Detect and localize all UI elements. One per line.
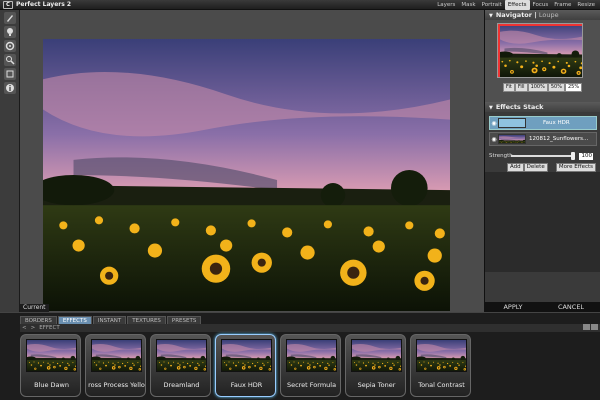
module-tab-portrait[interactable]: Portrait	[479, 0, 505, 10]
preset-thumbnail	[351, 339, 402, 372]
add-effect-button[interactable]: Add	[507, 163, 524, 172]
preset-thumbnail	[91, 339, 142, 372]
delete-effect-button[interactable]: Delete	[523, 163, 548, 172]
effects-stack-title: Effects Stack	[495, 103, 544, 111]
preset-label: Secret Formula	[286, 381, 337, 389]
preset-faux-hdr[interactable]: Faux HDR	[215, 334, 276, 397]
effect-layer-faux-hdr[interactable]: ◉ Faux HDR	[489, 116, 597, 130]
app-logo: C	[3, 1, 13, 9]
current-label: Current	[20, 304, 49, 312]
tab-effects[interactable]: EFFECTS	[57, 316, 92, 324]
browser-tabs: BORDERS EFFECTS INSTANT TEXTURES PRESETS	[20, 316, 202, 324]
more-effects-button[interactable]: More Effects	[555, 163, 596, 172]
preset-thumbnail	[26, 339, 77, 372]
preset-secret-formula[interactable]: Secret Formula	[280, 334, 341, 397]
preset-blue-dawn[interactable]: Blue Dawn	[20, 334, 81, 397]
strength-slider-handle[interactable]	[571, 152, 575, 160]
visibility-eye-icon[interactable]: ◉	[490, 120, 498, 127]
gear-icon[interactable]	[4, 40, 16, 52]
right-panel: ▼ Navigator | Loupe Fit Fill 100% 50% 25%…	[484, 10, 600, 312]
zoom-50-button[interactable]: 50%	[547, 83, 565, 92]
cancel-button[interactable]: CANCEL	[542, 302, 600, 312]
preset-sepia-toner[interactable]: Sepia Toner	[345, 334, 406, 397]
back-icon[interactable]: <	[22, 325, 27, 331]
tab-textures[interactable]: TEXTURES	[127, 316, 166, 324]
preset-list: Blue Dawn ross Process Yello Dreamland F…	[20, 334, 471, 400]
breadcrumb-label[interactable]: EFFECT	[39, 325, 59, 331]
layer-thumbnail	[498, 118, 526, 128]
visibility-eye-icon[interactable]: ◉	[490, 136, 498, 143]
layer-name: 120812_Sunflowers...	[529, 136, 589, 142]
lightbulb-icon[interactable]	[4, 26, 16, 38]
preset-label: Blue Dawn	[34, 381, 69, 389]
preset-cross-process-yellow[interactable]: ross Process Yello	[85, 334, 146, 397]
strength-slider-fill	[511, 155, 575, 157]
preset-thumbnail	[221, 339, 272, 372]
action-bar: APPLY CANCEL	[484, 302, 600, 312]
preset-thumbnail	[416, 339, 467, 372]
effects-stack-header[interactable]: ▼ Effects Stack	[485, 102, 600, 112]
tab-presets[interactable]: PRESETS	[166, 316, 202, 324]
zoom-fit-button[interactable]: Fit	[503, 83, 515, 92]
preset-thumbnail	[286, 339, 337, 372]
tab-borders[interactable]: BORDERS	[20, 316, 57, 324]
zoom-fill-button[interactable]: Fill	[514, 83, 528, 92]
tool-bar	[0, 10, 20, 312]
strength-slider[interactable]	[511, 152, 575, 160]
apply-button[interactable]: APPLY	[484, 302, 542, 312]
canvas-area[interactable]	[20, 10, 484, 312]
tab-instant[interactable]: INSTANT	[92, 316, 127, 324]
effects-stack-panel: ◉ Faux HDR ◉ 120812_Sunflowers... Streng…	[485, 112, 600, 312]
layer-name: Faux HDR	[543, 120, 570, 126]
loupe-tab[interactable]: Loupe	[539, 11, 559, 19]
preset-label: Dreamland	[163, 381, 200, 389]
grid-view-icon[interactable]	[583, 324, 590, 330]
navigator-panel: Fit Fill 100% 50% 25%	[485, 20, 600, 102]
preset-browser: BORDERS EFFECTS INSTANT TEXTURES PRESETS…	[0, 312, 600, 400]
module-tab-frame[interactable]: Frame	[551, 0, 574, 10]
module-tabs: Layers Mask Portrait Effects Focus Frame…	[434, 0, 598, 10]
preset-dreamland[interactable]: Dreamland	[150, 334, 211, 397]
strength-row: Strength 100	[489, 152, 597, 160]
forward-icon[interactable]: >	[31, 325, 36, 331]
module-tab-effects[interactable]: Effects	[504, 0, 530, 10]
settings-icon[interactable]	[4, 68, 16, 80]
navigator-view-box[interactable]	[498, 24, 582, 77]
magnify-icon[interactable]	[4, 54, 16, 66]
preset-label: ross Process Yello	[88, 381, 145, 389]
module-tab-mask[interactable]: Mask	[458, 0, 478, 10]
navigator-title: Navigator	[495, 11, 532, 19]
navigator-thumbnail[interactable]	[497, 23, 583, 78]
preset-label: Faux HDR	[230, 381, 263, 389]
preset-thumbnail	[156, 339, 207, 372]
preview-image[interactable]	[43, 39, 450, 311]
zoom-25-button[interactable]: 25%	[564, 83, 583, 92]
effect-layer-base[interactable]: ◉ 120812_Sunflowers...	[489, 132, 597, 146]
layer-thumbnail	[498, 134, 526, 144]
app-title: Perfect Layers 2	[16, 1, 72, 8]
effects-panel-empty-area	[485, 172, 600, 272]
brush-icon[interactable]	[4, 12, 16, 24]
preset-tonal-contrast[interactable]: Tonal Contrast	[410, 334, 471, 397]
navigator-header[interactable]: ▼ Navigator | Loupe	[485, 10, 600, 20]
stack-buttons: Add Delete	[507, 163, 548, 172]
collapse-arrow-icon[interactable]: ▼	[489, 105, 493, 111]
list-view-icon[interactable]	[591, 324, 598, 330]
info-icon[interactable]	[4, 82, 16, 94]
strength-label: Strength	[489, 153, 513, 159]
zoom-buttons: Fit Fill 100% 50% 25%	[503, 83, 583, 92]
strength-value-field[interactable]: 100	[579, 152, 593, 160]
view-toggle	[583, 324, 598, 330]
collapse-arrow-icon[interactable]: ▼	[489, 13, 493, 19]
breadcrumb: < > EFFECT	[20, 324, 600, 332]
preset-label: Tonal Contrast	[418, 381, 465, 389]
zoom-100-button[interactable]: 100%	[527, 83, 548, 92]
module-tab-resize[interactable]: Resize	[574, 0, 598, 10]
preset-label: Sepia Toner	[357, 381, 396, 389]
module-tab-focus[interactable]: Focus	[530, 0, 552, 10]
module-tab-layers[interactable]: Layers	[434, 0, 458, 10]
title-bar: C Perfect Layers 2 Layers Mask Portrait …	[0, 0, 600, 10]
